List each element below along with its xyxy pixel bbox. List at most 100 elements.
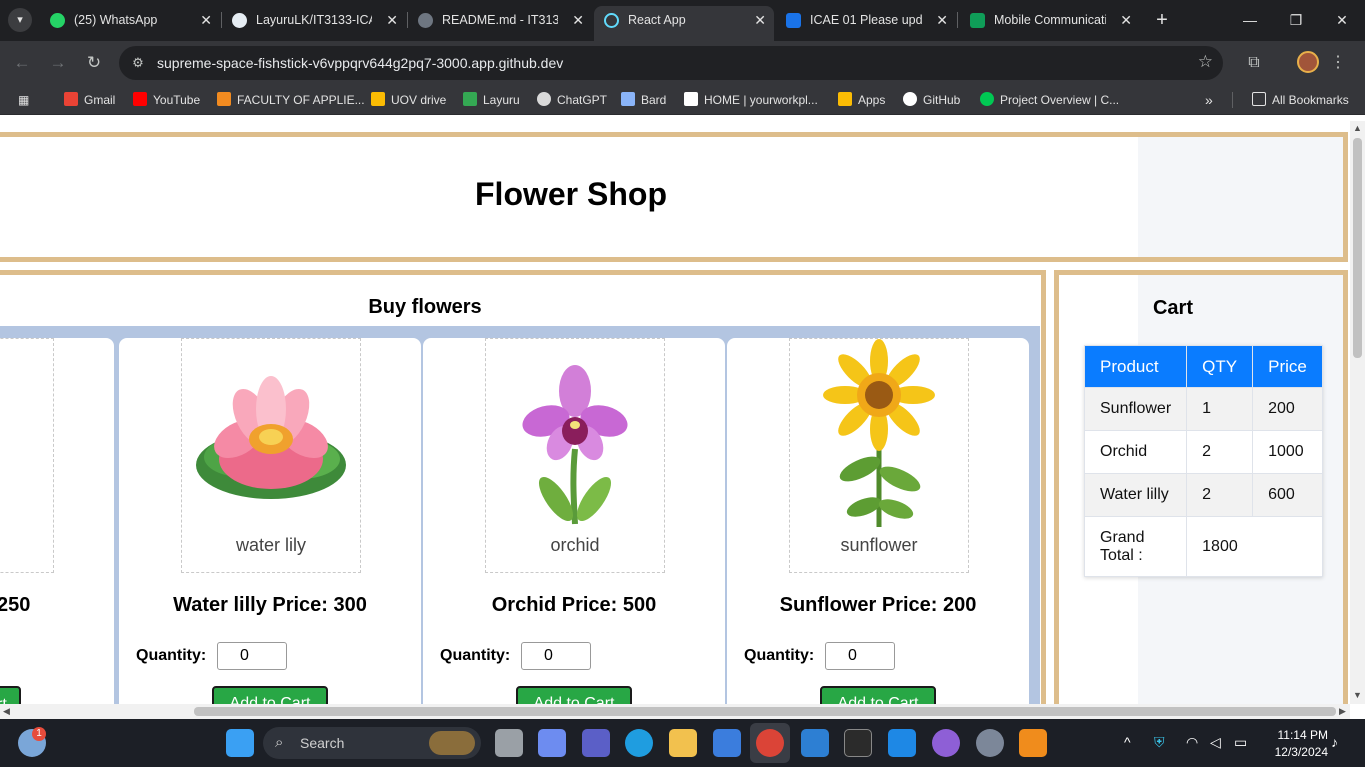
flower-image-label: water lily [235,535,306,555]
scroll-up-icon[interactable]: ▲ [1353,123,1362,133]
close-window-button[interactable]: ✕ [1319,6,1365,34]
task-view-icon[interactable] [495,729,523,757]
minimize-button[interactable]: — [1227,6,1273,34]
apps-grid-icon[interactable]: ▦ [18,85,29,115]
bookmark-github[interactable]: GitHub [903,85,960,115]
media-player-icon[interactable] [1019,729,1047,757]
bookmark-label: All Bookmarks [1272,93,1349,107]
close-tab-icon[interactable]: ✕ [936,6,948,35]
edge-icon[interactable] [625,729,653,757]
gmail-icon [64,92,78,106]
restore-button[interactable]: ❐ [1273,6,1319,34]
horizontal-scrollbar[interactable]: ◀ ▶ [0,704,1350,719]
close-tab-icon[interactable]: ✕ [754,6,766,35]
vertical-scrollbar[interactable]: ▲ ▼ [1350,121,1365,704]
notifications-bell-icon[interactable]: ♪ [1331,734,1338,750]
battery-icon[interactable]: ▭ [1234,734,1247,751]
scroll-left-icon[interactable]: ◀ [3,706,10,717]
volume-icon[interactable]: ◁ [1210,734,1221,751]
scroll-down-icon[interactable]: ▼ [1353,690,1362,700]
cart-price: 600 [1252,473,1323,517]
file-explorer-icon[interactable] [669,729,697,757]
more-bookmarks-icon[interactable]: » [1205,85,1213,115]
bookmark-gmail[interactable]: Gmail [64,85,115,115]
flower-price: 250 [0,594,31,616]
back-icon[interactable]: ← [10,51,34,75]
tab-title: ICAE 01 Please updat [810,13,922,27]
menu-icon[interactable]: ⋮ [1327,52,1349,74]
tab-github-repo[interactable]: LayuruLK/IT3133-ICAE ✕ [222,6,406,35]
tab-search-button[interactable]: ▾ [8,8,32,32]
extensions-icon[interactable]: ⧉ [1243,52,1265,74]
bookmark-wix-home[interactable]: HOME | yourworkpl... [684,85,818,115]
flower-card: 250 rt [0,338,114,704]
todo-icon[interactable] [801,729,829,757]
forward-icon[interactable]: → [46,51,70,75]
copilot-icon[interactable] [538,729,566,757]
bookmark-uov-drive[interactable]: UOV drive [371,85,446,115]
quantity-input[interactable] [825,642,895,670]
vertical-scroll-thumb[interactable] [1353,138,1362,358]
teams-icon[interactable] [582,729,610,757]
store-icon[interactable] [713,729,741,757]
taskbar-search[interactable]: ⌕ Search [263,727,481,759]
add-to-cart-button[interactable]: Add to Cart [212,686,328,704]
reload-icon[interactable]: ↻ [82,51,106,75]
bookmark-project-overview[interactable]: Project Overview | C... [980,85,1119,115]
tab-icae[interactable]: ICAE 01 Please updat ✕ [776,6,956,35]
tab-whatsapp[interactable]: (25) WhatsApp ✕ [40,6,220,35]
bard-icon [621,92,635,106]
bookmark-apps[interactable]: Apps [838,85,885,115]
avatar[interactable] [1297,51,1319,73]
close-tab-icon[interactable]: ✕ [572,6,584,35]
quantity-input[interactable] [521,642,591,670]
bookmark-label: Project Overview | C... [1000,93,1120,107]
start-icon[interactable] [226,729,254,757]
cart-header-price: Price [1252,345,1323,388]
youtube-icon [133,92,147,106]
settings-icon[interactable] [976,729,1004,757]
scroll-right-icon[interactable]: ▶ [1339,706,1346,717]
new-tab-button[interactable]: + [1150,6,1174,34]
chrome-icon[interactable] [756,729,784,757]
tab-title: README.md - IT3133 [442,13,558,27]
close-tab-icon[interactable]: ✕ [200,6,212,35]
bookmark-star-icon[interactable]: ☆ [1198,52,1213,72]
vscode-icon[interactable] [888,729,916,757]
quantity-input[interactable] [217,642,287,670]
cart-price: 200 [1252,387,1323,431]
add-to-cart-button[interactable]: rt [0,686,21,704]
terminal-icon[interactable] [844,729,872,757]
bookmark-chatgpt[interactable]: ChatGPT [537,85,607,115]
github-desktop-icon[interactable] [932,729,960,757]
sheets-icon [970,13,985,28]
flower-card-orchid: orchid Orchid Price: 500 Quantity: Add t… [423,338,725,704]
wifi-icon[interactable]: ◠ [1186,734,1198,751]
security-icon[interactable]: ⛨ [1154,734,1165,751]
tab-mobile-communication[interactable]: Mobile Communicatio ✕ [960,6,1140,35]
tab-divider [957,12,958,28]
cart-qty: 1 [1186,387,1254,431]
url-text[interactable]: supreme-space-fishstick-v6vppqrv644g2pq7… [157,46,563,80]
bookmark-bard[interactable]: Bard [621,85,666,115]
bookmark-layuru[interactable]: Layuru [463,85,520,115]
bookmark-youtube[interactable]: YouTube [133,85,200,115]
all-bookmarks[interactable]: All Bookmarks [1252,85,1349,115]
sunflower-image [823,339,935,527]
close-tab-icon[interactable]: ✕ [386,6,398,35]
bookmark-label: GitHub [923,93,961,107]
header-box [0,132,1348,262]
clock[interactable]: 11:14 PM 12/3/2024 [1262,727,1328,761]
bookmark-faculty[interactable]: FACULTY OF APPLIE... [217,85,365,115]
tab-react-app[interactable]: React App ✕ [594,6,774,41]
site-info-icon[interactable]: ⚙ [129,54,147,72]
add-to-cart-button[interactable]: Add to Cart [820,686,936,704]
cart-table: Product QTY Price Sunflower 1 200 Orchid… [1083,345,1323,577]
close-tab-icon[interactable]: ✕ [1120,6,1132,35]
cart-header-row: Product QTY Price [1083,345,1323,388]
add-to-cart-button[interactable]: Add to Cart [516,686,632,704]
tab-readme[interactable]: README.md - IT3133 ✕ [408,6,592,35]
horizontal-scroll-thumb[interactable] [194,707,1336,716]
address-bar[interactable]: ⚙ supreme-space-fishstick-v6vppqrv644g2p… [119,46,1223,80]
chevron-up-icon[interactable]: ^ [1124,734,1131,750]
